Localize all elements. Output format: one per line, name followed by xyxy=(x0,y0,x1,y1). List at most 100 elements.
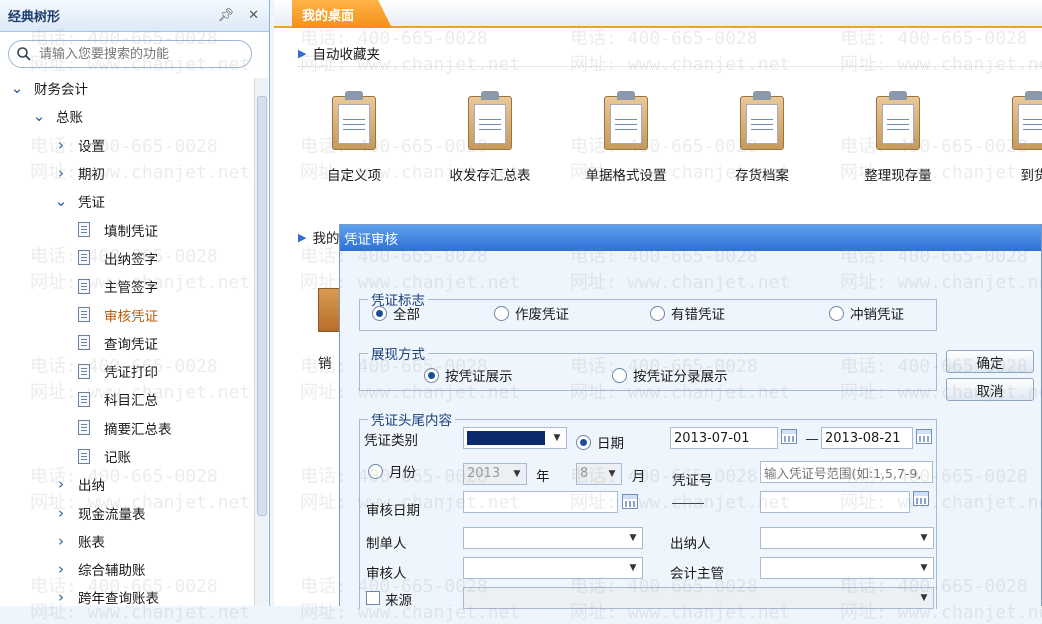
tab-my-desktop[interactable]: 我的桌面 xyxy=(292,0,392,28)
dialog-body: 凭证标志 全部 作废凭证 有错凭证 冲销凭证 展现方式 按凭证展示 按凭证分录展… xyxy=(340,251,1041,609)
year-label: 年 xyxy=(536,469,550,485)
collapse-icon[interactable]: › xyxy=(54,475,68,493)
tree-node-label: 账表 xyxy=(78,534,105,551)
favorite-item[interactable]: 单据格式设置 xyxy=(566,90,686,184)
function-search-box[interactable] xyxy=(8,40,252,68)
dialog-title[interactable]: 凭证审核 xyxy=(340,225,1041,251)
tree-node[interactable]: 查询凭证 xyxy=(0,329,254,357)
cancel-button[interactable]: 取消 xyxy=(946,378,1034,401)
cashier-select[interactable]: ▼ xyxy=(760,527,934,549)
maker-select[interactable]: ▼ xyxy=(463,527,643,549)
source-checkbox[interactable] xyxy=(366,591,380,605)
supervisor-select[interactable]: ▼ xyxy=(760,557,934,579)
flag-all-radio[interactable]: 全部 xyxy=(372,303,420,323)
divider xyxy=(298,66,1042,67)
tree-node[interactable]: › 出纳 xyxy=(0,470,254,498)
tree-node-label: 财务会计 xyxy=(34,82,88,99)
auditor-select[interactable]: ▼ xyxy=(463,557,643,579)
tree-node[interactable]: › 跨年查询账表 xyxy=(0,583,254,611)
tree-scrollbar[interactable] xyxy=(254,78,268,606)
tree-node[interactable]: › 设置 xyxy=(0,131,254,159)
voucher-type-select[interactable]: ▼ xyxy=(463,427,567,449)
collapse-icon[interactable]: › xyxy=(54,588,68,606)
audit-date-to-input[interactable] xyxy=(760,491,910,513)
close-icon[interactable]: ✕ xyxy=(248,8,259,23)
shortcut-icon[interactable] xyxy=(318,288,340,332)
tree-node[interactable]: 凭证打印 xyxy=(0,357,254,385)
document-icon xyxy=(78,391,90,407)
favorite-item[interactable]: 到货 xyxy=(974,90,1042,184)
tree-node[interactable]: ⌄ 财务会计 xyxy=(0,74,254,102)
tree-panel-title: 经典树形 xyxy=(8,10,61,25)
tree-node[interactable]: ⌄ 凭证 xyxy=(0,187,254,215)
search-input[interactable] xyxy=(37,45,237,63)
underline xyxy=(672,503,704,504)
tree-node-label: 现金流量表 xyxy=(78,506,146,523)
flag-reversal-radio[interactable]: 冲销凭证 xyxy=(829,303,904,323)
ok-button[interactable]: 确定 xyxy=(946,350,1034,373)
expand-icon[interactable]: ⌄ xyxy=(32,107,46,125)
shortcut-label[interactable]: 销 xyxy=(318,352,332,372)
display-by-voucher-radio[interactable]: 按凭证展示 xyxy=(424,365,513,385)
tree-node-label: 期初 xyxy=(78,167,105,184)
expand-icon[interactable]: ⌄ xyxy=(10,79,24,97)
collapse-icon[interactable]: › xyxy=(54,532,68,550)
voucher-no-input[interactable]: 输入凭证号范围(如:1,5,7-9, xyxy=(760,461,933,483)
clipboard-icon xyxy=(1008,90,1042,152)
date-radio[interactable]: 日期 xyxy=(576,432,624,452)
flag-error-radio[interactable]: 有错凭证 xyxy=(650,303,725,323)
calendar-icon[interactable] xyxy=(913,491,929,506)
tree-list: ⌄ 财务会计 ⌄ 总账 › 设置 › 期初 ⌄ 凭证 填制凭证 出纳签字 主管签字 审核凭证 查询凭证 凭证打… xyxy=(0,74,254,612)
tree-node-label: 填制凭证 xyxy=(104,223,158,240)
tree-node[interactable]: 填制凭证 xyxy=(0,215,254,243)
tree-node[interactable]: 记账 xyxy=(0,442,254,470)
favorite-item[interactable]: 收发存汇总表 xyxy=(430,90,550,184)
flag-void-radio[interactable]: 作废凭证 xyxy=(494,303,569,323)
section-arrow-icon: ▶ xyxy=(298,46,307,60)
favorite-item[interactable]: 存货档案 xyxy=(702,90,822,184)
tree-node-label: 总账 xyxy=(56,110,83,127)
collapse-icon[interactable]: › xyxy=(54,136,68,154)
month-radio[interactable]: 月份 xyxy=(368,461,416,481)
tree-node[interactable]: 主管签字 xyxy=(0,272,254,300)
tree-panel-header: 经典树形 📌︎ ✕ xyxy=(0,0,269,32)
tree-node[interactable]: › 现金流量表 xyxy=(0,498,254,526)
favorite-label: 到货 xyxy=(1020,168,1042,184)
tree-node[interactable]: ⌄ 总账 xyxy=(0,102,254,130)
tree-node-label: 凭证 xyxy=(78,195,105,212)
scrollbar-thumb[interactable] xyxy=(257,96,267,516)
year-select[interactable]: 2013 ▼ xyxy=(463,463,527,485)
calendar-icon[interactable] xyxy=(916,429,932,444)
favorite-item[interactable]: 整理现存量 xyxy=(838,90,958,184)
document-icon xyxy=(78,222,90,238)
display-mode-legend: 展现方式 xyxy=(371,347,425,363)
clipboard-icon xyxy=(872,90,924,152)
tree-node[interactable]: › 账表 xyxy=(0,527,254,555)
calendar-icon[interactable] xyxy=(781,429,797,444)
collapse-icon[interactable]: › xyxy=(54,560,68,578)
collapse-icon[interactable]: › xyxy=(54,164,68,182)
tree-node[interactable]: › 期初 xyxy=(0,159,254,187)
tree-node[interactable]: › 综合辅助账 xyxy=(0,555,254,583)
chevron-down-icon: ▼ xyxy=(629,563,637,573)
tree-node[interactable]: 出纳签字 xyxy=(0,244,254,272)
my-section-title: ▶ 我的 xyxy=(298,230,340,248)
calendar-icon[interactable] xyxy=(622,494,638,509)
date-from-input[interactable]: 2013-07-01 xyxy=(670,427,778,449)
tree-node[interactable]: 摘要汇总表 xyxy=(0,414,254,442)
display-by-entry-radio[interactable]: 按凭证分录展示 xyxy=(612,365,728,385)
favorite-label: 单据格式设置 xyxy=(585,168,667,184)
favorite-label: 自定义项 xyxy=(327,168,381,184)
clipboard-icon xyxy=(464,90,516,152)
date-to-input[interactable]: 2013-08-21 xyxy=(821,427,913,449)
collapse-icon[interactable]: › xyxy=(54,504,68,522)
audit-date-from-input[interactable] xyxy=(463,491,618,513)
expand-icon[interactable]: ⌄ xyxy=(54,192,68,210)
pin-icon[interactable]: 📌︎ xyxy=(218,8,235,23)
auditor-label: 审核人 xyxy=(366,566,407,582)
tree-node[interactable]: 审核凭证 xyxy=(0,300,254,328)
tree-node[interactable]: 科目汇总 xyxy=(0,385,254,413)
month-select[interactable]: 8 ▼ xyxy=(576,463,622,485)
favorite-item[interactable]: 自定义项 xyxy=(294,90,414,184)
audit-date-label: 审核日期 xyxy=(366,503,420,519)
